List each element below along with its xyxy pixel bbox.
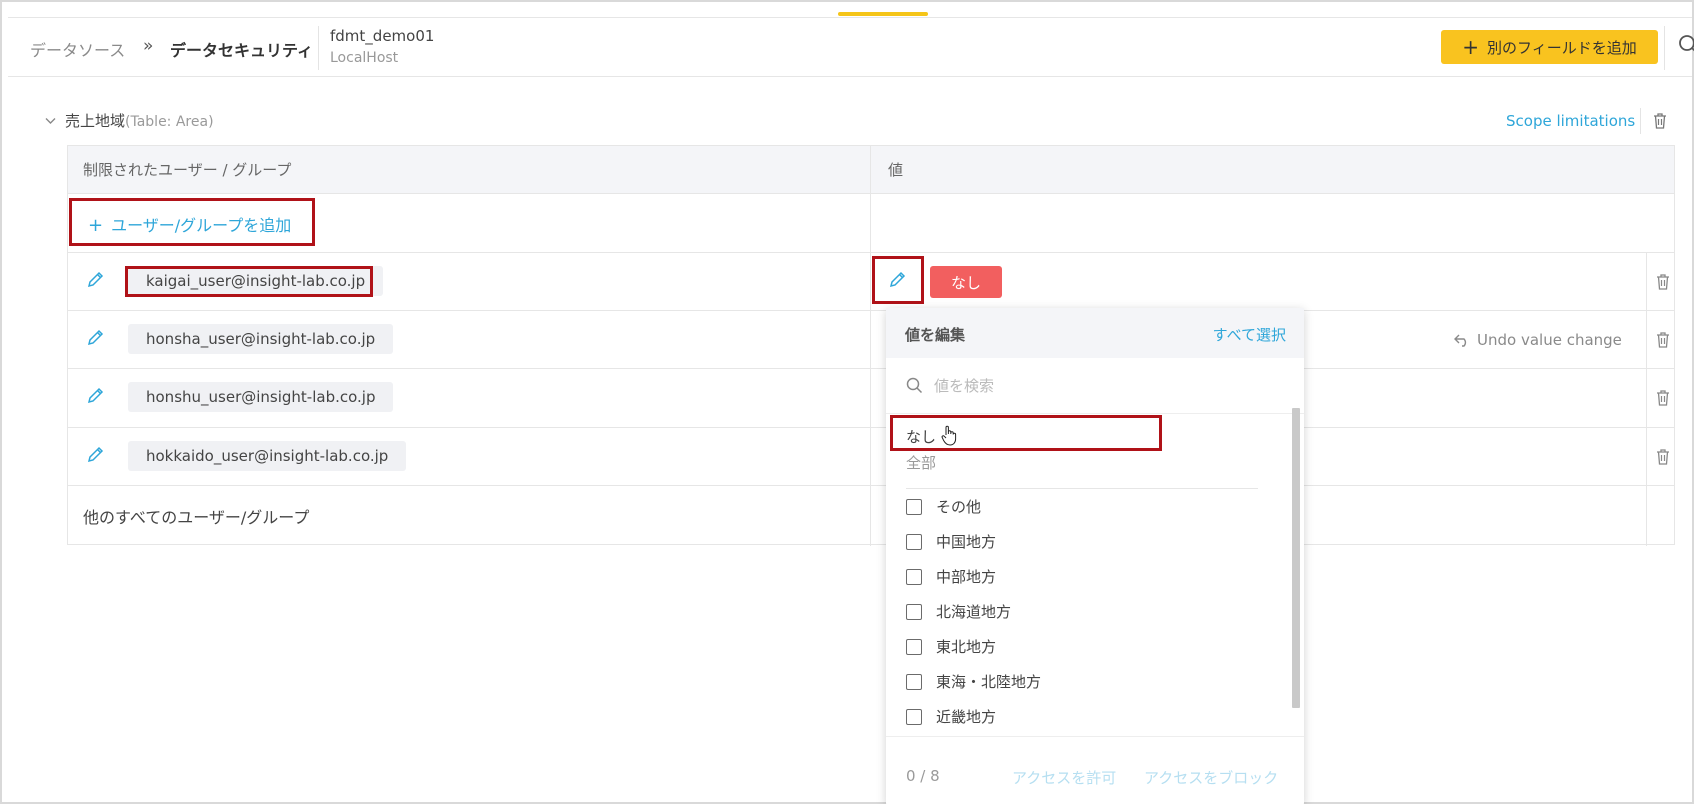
option-label: 近畿地方 [936,708,997,726]
plus-icon: + [1462,35,1480,59]
option-checkbox-item[interactable]: 東海・北陸地方 [906,671,1041,692]
option-none[interactable]: なし [906,426,936,447]
row-divider [68,310,1674,311]
value-search-input[interactable] [934,372,1274,400]
option-checkbox-item[interactable]: 中国地方 [906,531,996,552]
checkbox[interactable] [906,603,922,620]
undo-value-change-button[interactable]: Undo value change [1453,331,1622,349]
row-divider [68,427,1674,428]
selection-count: 0 / 8 [906,767,940,785]
pencil-icon[interactable] [86,445,105,468]
pencil-icon[interactable] [86,328,105,351]
option-checkbox-item[interactable]: 北海道地方 [906,601,1011,622]
option-label: 中国地方 [936,533,997,551]
add-field-button[interactable]: + 別のフィールドを追加 [1441,30,1658,64]
section-title: 売上地域(Table: Area) [65,110,214,131]
active-indicator [838,12,928,16]
plus-icon: + [88,215,104,236]
dropdown-header: 値を編集 すべて選択 [886,308,1304,358]
pencil-icon[interactable] [86,270,105,293]
header-divider [318,26,319,70]
option-checkbox-item[interactable]: その他 [906,496,981,517]
row-divider [68,252,1674,253]
option-label: 東北地方 [936,638,997,656]
checkbox[interactable] [906,568,922,585]
section-divider [1640,108,1641,134]
header-bar: データソース » データセキュリティ fdmt_demo01 LocalHost… [8,17,1694,77]
col-header-value: 値 [888,161,904,179]
trash-icon[interactable] [1655,331,1671,353]
select-all-link[interactable]: すべて選択 [1213,324,1286,345]
undo-label: Undo value change [1477,331,1622,349]
security-table: 制限されたユーザー / グループ 値 + ユーザー/グループを追加 kaigai_… [67,145,1675,546]
edit-values-dropdown: 値を編集 すべて選択 なし 全部 その他 中国地方 中部地方 北海道地方 東北地… [886,308,1304,804]
add-user-group-label: ユーザー/グループを追加 [111,216,292,235]
other-users-label: 他のすべてのユーザー/グループ [83,508,310,527]
trash-icon[interactable] [1652,112,1668,134]
user-chip: kaigai_user@insight-lab.co.jp [128,266,384,296]
search-icon [906,377,923,398]
datasource-host: LocalHost [330,50,399,66]
trash-icon[interactable] [1655,273,1671,295]
option-checkbox-item[interactable]: 中部地方 [906,566,996,587]
section-table-tag: (Table: Area) [125,114,214,130]
option-checkbox-item[interactable]: 東北地方 [906,636,996,657]
dropdown-title: 値を編集 [905,326,966,344]
col-header-user: 制限されたユーザー / グループ [83,161,292,179]
scope-limitations-link[interactable]: Scope limitations [1506,112,1635,130]
pencil-icon[interactable] [888,270,907,293]
option-checkbox-item[interactable]: 近畿地方 [906,706,996,727]
trash-icon[interactable] [1655,389,1671,411]
dropdown-footer: 0 / 8 アクセスを許可 アクセスをブロック [886,736,1304,804]
trash-icon[interactable] [1655,448,1671,470]
pencil-icon[interactable] [86,386,105,409]
chevron-down-icon[interactable] [45,115,56,128]
breadcrumb-current: データセキュリティ [170,41,314,60]
breadcrumb-datasource[interactable]: データソース [30,37,125,61]
checkbox[interactable] [906,498,922,515]
allow-access-button[interactable]: アクセスを許可 [1012,767,1116,788]
user-chip: hokkaido_user@insight-lab.co.jp [128,441,407,471]
app-window: データソース » データセキュリティ fdmt_demo01 LocalHost… [0,0,1694,804]
block-access-button[interactable]: アクセスをブロック [1144,767,1278,788]
checkbox[interactable] [906,708,922,725]
option-label: 中部地方 [936,568,997,586]
add-field-label: 別のフィールドを追加 [1487,38,1637,57]
value-badge-none: なし [930,266,1002,298]
header-divider [1664,26,1665,70]
option-all[interactable]: 全部 [906,452,936,473]
checkbox[interactable] [906,673,922,690]
checkbox[interactable] [906,533,922,550]
search-icon[interactable] [1678,34,1694,60]
checkbox[interactable] [906,638,922,655]
option-label: 北海道地方 [936,603,1012,621]
dropdown-scrollbar[interactable] [1292,408,1300,708]
column-divider [870,146,871,546]
dropdown-divider [906,488,1258,489]
datasource-name: fdmt_demo01 [330,27,435,45]
breadcrumb-separator: » [143,36,154,56]
section-title-label: 売上地域 [65,112,126,130]
option-label: その他 [936,498,982,516]
option-label: 東海・北陸地方 [936,673,1042,691]
add-user-group-button[interactable]: + ユーザー/グループを追加 [88,212,291,236]
column-divider [1646,253,1647,546]
hand-cursor-icon [941,425,957,451]
table-header: 制限されたユーザー / グループ 値 [68,146,1674,194]
row-divider [68,368,1674,369]
user-chip: honshu_user@insight-lab.co.jp [128,382,394,412]
row-divider [68,485,1674,486]
dropdown-search [886,358,1304,414]
user-chip: honsha_user@insight-lab.co.jp [128,324,394,354]
